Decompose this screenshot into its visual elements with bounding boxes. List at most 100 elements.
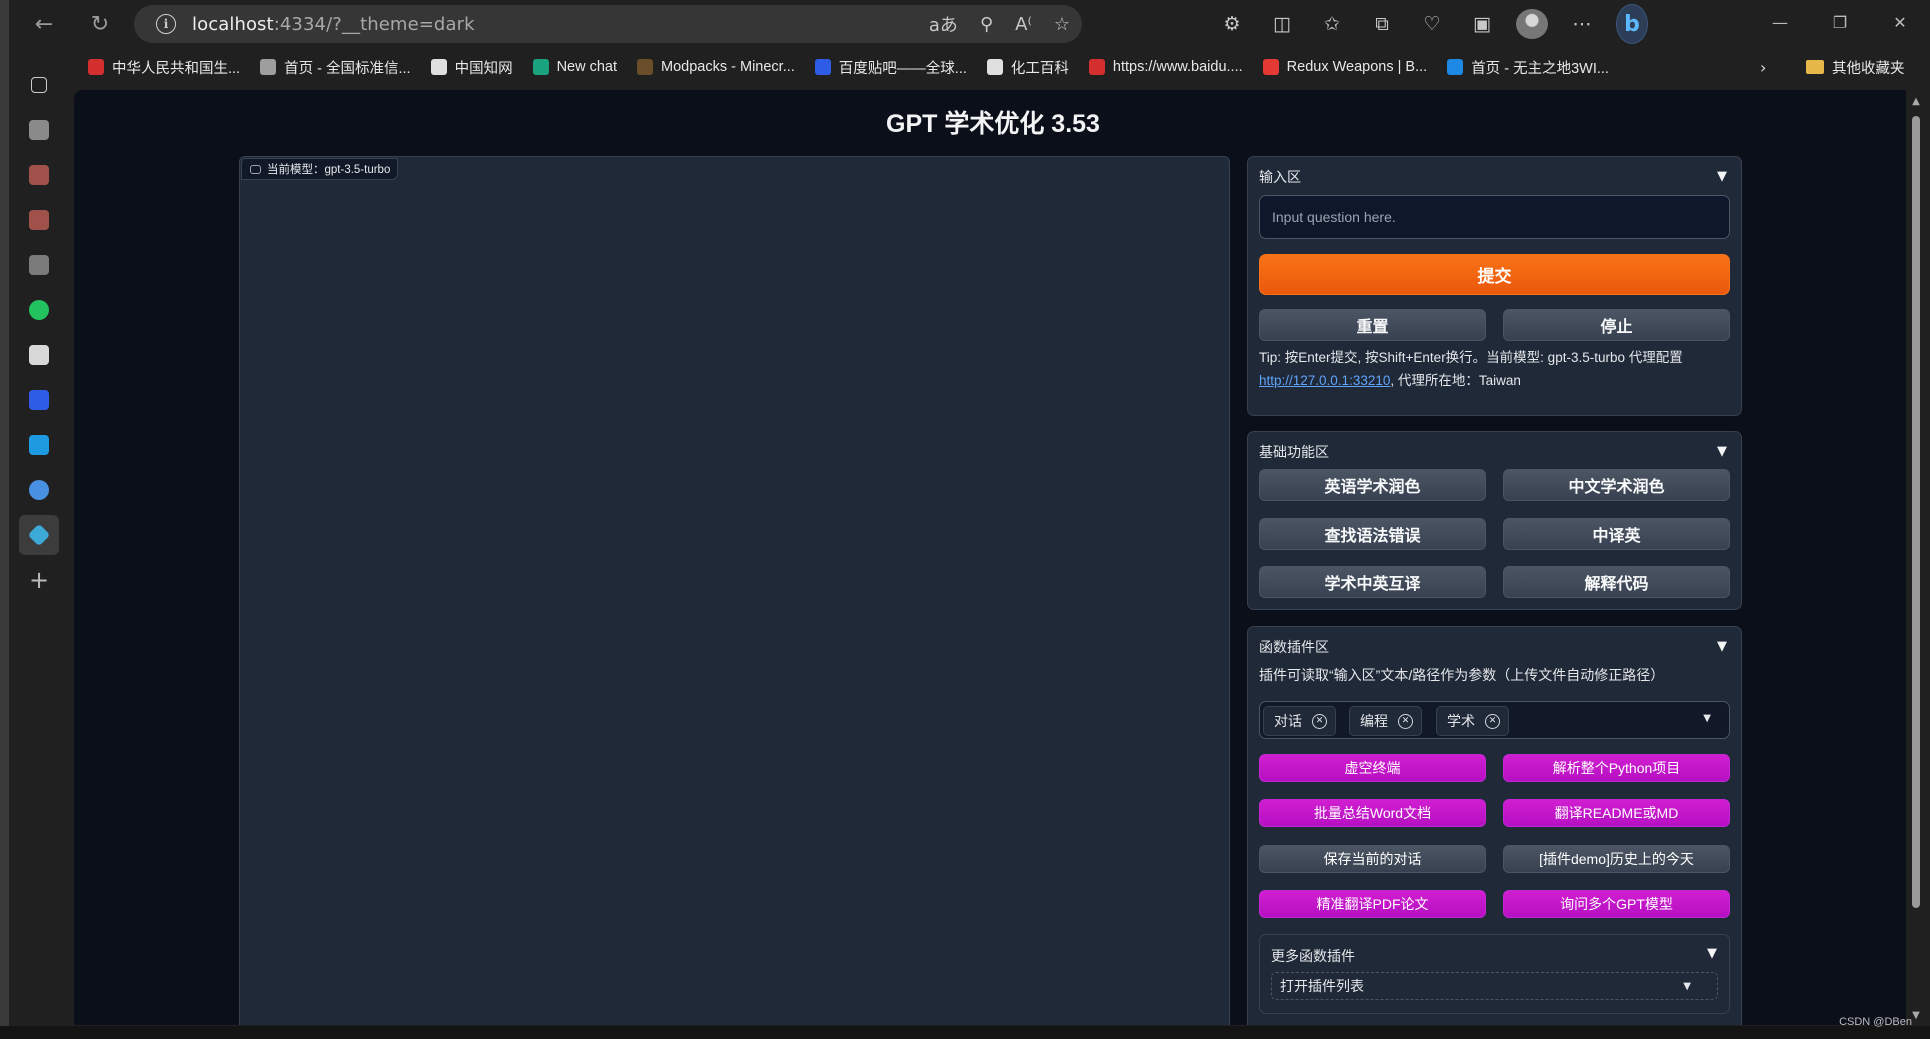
plugin-button[interactable]: 精准翻译PDF论文 [1259,890,1486,918]
sidebar-app-1[interactable] [19,110,59,150]
favorite-label: 首页 - 无主之地3WI... [1471,60,1609,77]
basic-panel-heading: 基础功能区 [1259,444,1329,460]
remove-tag-icon[interactable]: ✕ [1312,713,1327,729]
chevron-down-icon[interactable]: ▼ [1703,713,1711,724]
baidu-icon[interactable] [19,380,59,420]
favicon-icon [1088,59,1105,75]
collapse-triangle-icon[interactable]: ▼ [1717,444,1727,459]
favorite-label: 中华人民共和国生... [112,60,241,77]
tag-chip[interactable]: 学术 ✕ [1436,706,1509,736]
bing-icon[interactable]: b [1616,4,1648,44]
favorite-label: https://www.baidu.... [1112,59,1243,75]
plugin-tag-select[interactable]: 对话 ✕ 编程 ✕ 学术 ✕ ▼ [1259,701,1730,739]
favorite-link[interactable]: 首页 - 全国标准信... [250,52,420,82]
chat-panel[interactable]: 当前模型：gpt-3.5-turbo [239,156,1230,1025]
collapse-triangle-icon[interactable]: ▼ [1707,946,1717,961]
wechat-icon[interactable] [19,290,59,330]
tag-label: 学术 [1447,713,1475,729]
chat-model-text: 当前模型：gpt-3.5-turbo [267,164,391,176]
plugin-button[interactable]: 解析整个Python项目 [1503,754,1730,782]
url-host: localhost [192,13,274,35]
favicon-icon [430,59,447,75]
basic-button-en-polish[interactable]: 英语学术润色 [1259,469,1486,501]
plugin-list-dropdown[interactable]: 打开插件列表 ▼ [1271,972,1718,1000]
favorites-icon[interactable]: ✩ [1316,13,1348,35]
chevron-right-icon[interactable]: › [1760,52,1766,82]
back-icon[interactable]: ← [26,6,62,42]
sidebar-app-9[interactable] [19,470,59,510]
plugin-panel: 函数插件区 ▼ 插件可读取“输入区”文本/路径作为参数（上传文件自动修正路径） … [1247,626,1742,1025]
screenshot-icon[interactable]: ▣ [1466,13,1498,35]
basic-button-grammar[interactable]: 查找语法错误 [1259,518,1486,550]
zoom-icon[interactable]: ⚲ [980,14,993,35]
page-scrollbar[interactable]: ▲ ▼ [1906,90,1926,1025]
chat-model-label: 当前模型：gpt-3.5-turbo [241,158,399,180]
plugin-button[interactable]: [插件demo]历史上的今天 [1503,845,1730,873]
info-icon[interactable]: i [156,14,176,34]
favorite-link[interactable]: 首页 - 无主之地3WI... [1437,52,1619,82]
desktop-edge [0,0,9,1039]
collapse-triangle-icon[interactable]: ▼ [1717,169,1727,184]
restore-icon[interactable]: ❐ [1810,0,1870,44]
favicon-icon [88,59,104,75]
plugin-button[interactable]: 保存当前的对话 [1259,845,1486,873]
remove-tag-icon[interactable]: ✕ [1398,713,1413,729]
favicon-icon [1262,59,1279,75]
plugin-button[interactable]: 询问多个GPT模型 [1503,890,1730,918]
scroll-up-icon[interactable]: ▲ [1910,96,1922,107]
more-plugins-heading: 更多函数插件 [1271,948,1355,964]
reset-button[interactable]: 重置 [1259,309,1486,341]
favorite-link[interactable]: https://www.baidu.... [1079,52,1253,82]
favorite-label: 首页 - 全国标准信... [284,60,411,77]
favorite-link[interactable]: 中华人民共和国生... [78,52,250,82]
split-screen-icon[interactable]: ◫ [1266,13,1298,35]
bilibili-icon[interactable] [19,425,59,465]
favicon-icon [814,59,831,75]
extensions-icon[interactable]: ⚙ [1216,13,1248,35]
favorite-link[interactable]: Modpacks - Minecr... [627,52,805,82]
minimize-icon[interactable]: — [1750,0,1810,44]
sidebar-app-4[interactable] [19,245,59,285]
collections-icon[interactable]: ⧉ [1366,13,1398,35]
tag-chip[interactable]: 编程 ✕ [1349,706,1422,736]
basic-button-zh-polish[interactable]: 中文学术润色 [1503,469,1730,501]
collapse-triangle-icon[interactable]: ▼ [1717,639,1727,654]
other-favorites-folder[interactable]: 其他收藏夹 [1806,52,1905,82]
health-icon[interactable]: ♡ [1416,13,1448,35]
sidebar-app-2[interactable] [19,155,59,195]
plugin-button[interactable]: 虚空终端 [1259,754,1486,782]
sidebar-app-active[interactable] [19,515,59,555]
stop-button[interactable]: 停止 [1503,309,1730,341]
immersive-icon[interactable]: A⁽ [1015,14,1032,35]
plugin-button[interactable]: 批量总结Word文档 [1259,799,1486,827]
profile-icon[interactable] [1516,9,1548,39]
favorite-link[interactable]: 中国知网 [421,52,523,82]
favorite-link[interactable]: 百度贴吧——全球... [805,52,977,82]
tag-label: 编程 [1360,713,1388,729]
sidebar-app-3[interactable] [19,200,59,240]
add-icon[interactable]: + [19,560,59,600]
basic-button-zh2en[interactable]: 中译英 [1503,518,1730,550]
favorite-link[interactable]: Redux Weapons | B... [1253,52,1438,82]
url-text[interactable]: localhost:4334/?__theme=dark [192,14,475,35]
read-aloud-icon[interactable]: aあ [929,11,958,37]
favorite-icon[interactable]: ☆ [1054,14,1070,35]
tab-actions-icon[interactable] [19,65,59,105]
basic-button-translate[interactable]: 学术中英互译 [1259,566,1486,598]
remove-tag-icon[interactable]: ✕ [1485,713,1500,729]
tag-chip[interactable]: 对话 ✕ [1263,706,1336,736]
question-input[interactable] [1259,195,1730,239]
scrollbar-thumb[interactable] [1912,116,1920,908]
sidebar-app-6[interactable] [19,335,59,375]
close-icon[interactable]: ✕ [1870,0,1930,44]
plugin-button[interactable]: 翻译README或MD [1503,799,1730,827]
submit-button[interactable]: 提交 [1259,254,1730,295]
watermark: CSDN @DBen [1839,1016,1912,1028]
more-icon[interactable]: ⋯ [1566,13,1598,35]
address-bar[interactable]: i localhost:4334/?__theme=dark aあ ⚲ A⁽ ☆ [134,5,1082,43]
refresh-icon[interactable]: ↻ [82,6,118,42]
basic-button-explain-code[interactable]: 解释代码 [1503,566,1730,598]
favorite-link[interactable]: 化工百科 [977,52,1079,82]
favorite-link[interactable]: New chat [523,52,627,82]
proxy-link[interactable]: http://127.0.0.1:33210 [1259,373,1390,388]
